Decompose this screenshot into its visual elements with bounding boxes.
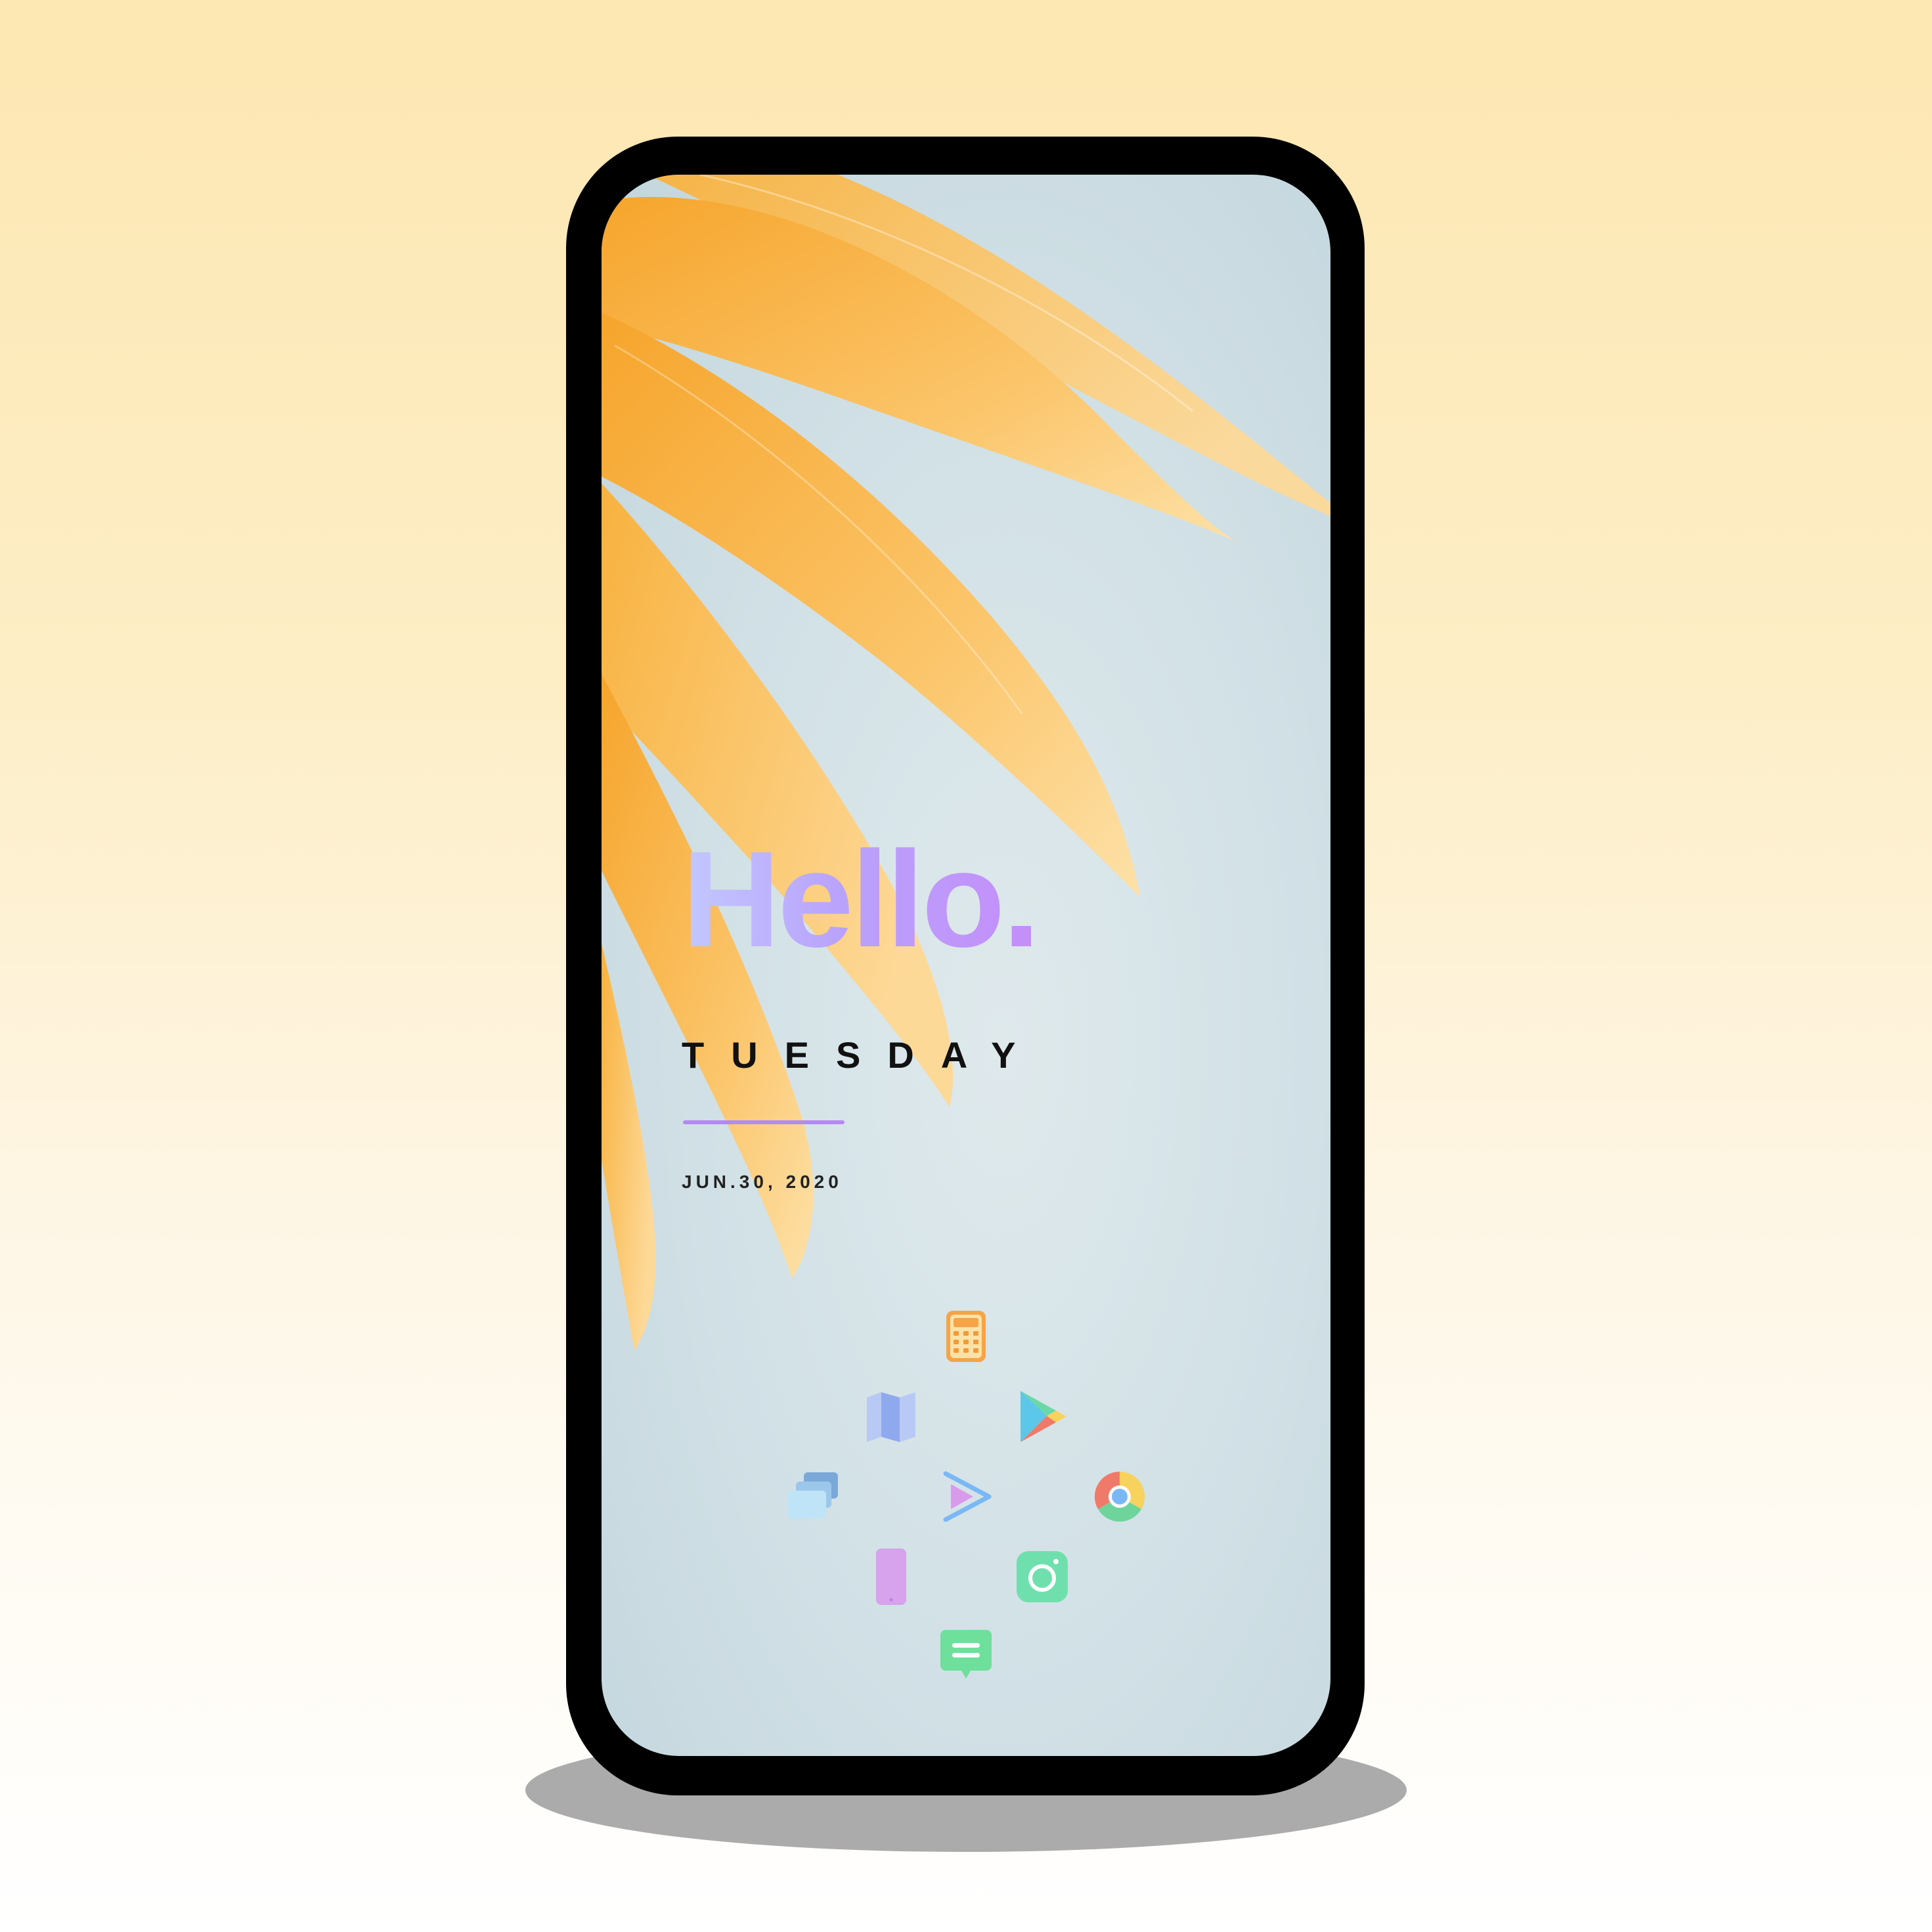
media-player-app[interactable] — [936, 1467, 996, 1526]
calculator-app[interactable] — [936, 1307, 996, 1366]
messages-icon — [940, 1630, 992, 1679]
maps-app[interactable] — [862, 1387, 921, 1446]
accent-divider — [683, 1120, 845, 1124]
phone-app[interactable] — [862, 1547, 921, 1606]
play-store-app[interactable] — [1013, 1387, 1072, 1446]
date-label: JUN.30, 2020 — [682, 1172, 843, 1192]
greeting-text: Hello. — [682, 823, 1040, 976]
weekday-label: TUESDAY — [682, 1034, 1043, 1076]
maps-icon — [867, 1392, 915, 1442]
lock-screen[interactable]: Hello. TUESDAY JUN.30, 2020 — [602, 175, 1330, 1756]
play-store-icon — [1021, 1391, 1066, 1442]
camera-icon — [1017, 1551, 1068, 1602]
chrome-icon — [1094, 1472, 1145, 1522]
phone-frame: Hello. TUESDAY JUN.30, 2020 — [566, 137, 1365, 1795]
calculator-icon — [946, 1311, 986, 1362]
camera-app[interactable] — [1013, 1547, 1072, 1606]
files-app[interactable] — [784, 1467, 843, 1526]
phone-icon — [876, 1548, 906, 1605]
files-icon — [788, 1472, 838, 1518]
chrome-app[interactable] — [1090, 1467, 1149, 1526]
messages-app[interactable] — [936, 1626, 996, 1685]
play-icon — [943, 1471, 992, 1522]
